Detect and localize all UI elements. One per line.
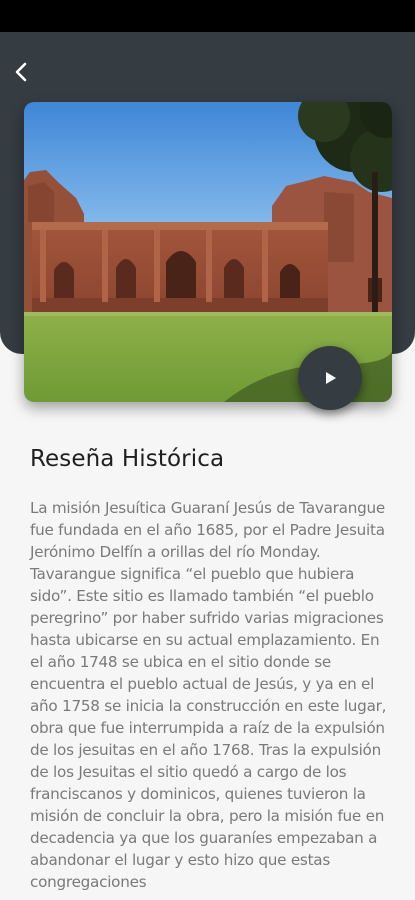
play-icon xyxy=(326,372,336,384)
section-title: Reseña Histórica xyxy=(30,446,225,472)
chevron-left-icon xyxy=(15,62,27,82)
history-text: La misión Jesuítica Guaraní Jesús de Tav… xyxy=(30,499,387,891)
status-bar xyxy=(0,0,415,32)
play-button[interactable] xyxy=(298,346,362,410)
back-button[interactable] xyxy=(6,56,38,88)
